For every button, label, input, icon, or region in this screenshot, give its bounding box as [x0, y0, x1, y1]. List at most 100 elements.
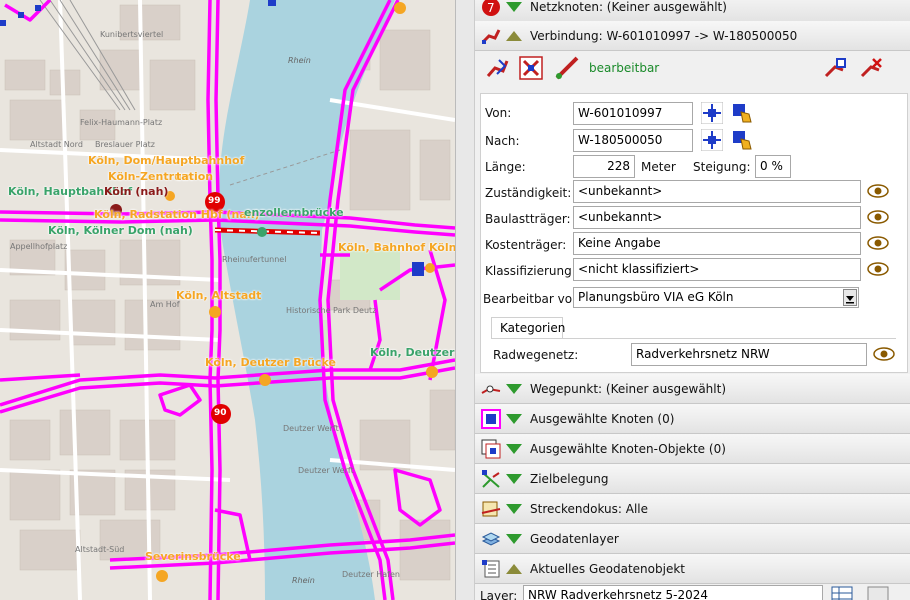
- nach-label: Nach:: [485, 134, 520, 148]
- map-label-station: Köln, Altstadt: [176, 289, 262, 302]
- collapse-icon: [506, 563, 522, 574]
- laenge-field[interactable]: 228: [573, 155, 635, 178]
- layer-settings-icon[interactable]: [867, 586, 889, 600]
- nach-field[interactable]: W-180500050: [573, 129, 693, 152]
- section-title: Ausgewählte Knoten (0): [530, 411, 675, 426]
- section-geodatenobjekt[interactable]: Aktuelles Geodatenobjekt: [475, 554, 910, 584]
- map-label-street: Kunibertsviertel: [100, 30, 164, 39]
- collapse-icon: [506, 30, 522, 41]
- expand-icon: [506, 383, 522, 394]
- waypoint-icon: [480, 379, 502, 399]
- map-label-street: Altstadt Nord: [30, 140, 83, 149]
- bearbeitbar-label: Bearbeitbar von:: [483, 292, 584, 306]
- eye-icon[interactable]: [867, 236, 889, 250]
- netzknoten-icon: 7: [480, 0, 502, 17]
- connection-icon: [480, 26, 502, 46]
- von-field[interactable]: W-601010997: [573, 102, 693, 125]
- destination-icon: [480, 469, 502, 489]
- locate-node-icon[interactable]: [700, 101, 724, 125]
- route-docs-icon: [480, 499, 502, 519]
- panel-splitter[interactable]: [455, 0, 475, 600]
- kostentraeger-field[interactable]: Keine Angabe: [573, 232, 861, 255]
- steigung-label: Steigung:: [693, 160, 751, 174]
- svg-text:7: 7: [487, 1, 495, 15]
- section-verbindung[interactable]: Verbindung: W-601010997 -> W-180500050: [475, 21, 910, 51]
- bearbeitbar-value: Planungsbüro VIA eG Köln: [578, 290, 734, 304]
- map-label-river: Rhein: [288, 56, 311, 65]
- section-title: Netzknoten: (Keiner ausgewählt): [530, 0, 727, 14]
- section-wegepunkt[interactable]: Wegepunkt: (Keiner ausgewählt): [475, 374, 910, 404]
- map-label-station: tation: [176, 170, 214, 183]
- expand-icon: [506, 503, 522, 514]
- dropdown-arrow-icon[interactable]: [843, 289, 857, 306]
- map-label-station: Köln, Deutzer Brücke: [205, 356, 336, 369]
- map-label-street: Deutzer Werft: [283, 424, 339, 433]
- radwegenetz-label: Radwegenetz:: [493, 348, 579, 362]
- section-title: Verbindung: W-601010997 -> W-180500050: [530, 28, 798, 43]
- map-label-station: Severinsbrücke: [145, 550, 241, 563]
- section-knoten-objekte[interactable]: Ausgewählte Knoten-Objekte (0): [475, 434, 910, 464]
- eye-icon[interactable]: [867, 210, 889, 224]
- map-label-station: Köln, Dom/Hauptbahnhof: [88, 154, 245, 167]
- map-label-street: Altstadt-Süd: [75, 545, 125, 554]
- layer-field[interactable]: NRW Radverkehrsnetz 5-2024: [523, 585, 823, 600]
- connection-tool-button[interactable]: [553, 54, 581, 82]
- section-knoten[interactable]: Ausgewählte Knoten (0): [475, 404, 910, 434]
- layer-table-icon[interactable]: [831, 586, 853, 600]
- eye-icon[interactable]: [867, 262, 889, 276]
- tab-kategorien[interactable]: Kategorien: [491, 317, 565, 339]
- laenge-label: Länge:: [485, 160, 526, 174]
- section-zielbelegung[interactable]: Zielbelegung: [475, 464, 910, 494]
- map-label-street: Deutzer Werft: [298, 466, 354, 475]
- kostentraeger-label: Kostenträger:: [485, 238, 567, 252]
- tab-divider: [491, 338, 896, 339]
- selected-nodes-icon: [480, 408, 502, 429]
- baulasttraeger-label: Baulastträger:: [485, 212, 571, 226]
- map-label-station: Köln, Bahnhof Köln: [338, 241, 455, 254]
- steigung-field[interactable]: 0 %: [755, 155, 791, 178]
- map-view[interactable]: Köln, Dom/Hauptbahnhof Köln-Zentrum tati…: [0, 0, 455, 600]
- layers-icon: [480, 529, 502, 549]
- klassifizierung-field[interactable]: <nicht klassifiziert>: [573, 258, 861, 281]
- radwegenetz-field[interactable]: Radverkehrsnetz NRW: [631, 343, 867, 366]
- section-title: Zielbelegung: [530, 471, 609, 486]
- layer-label: Layer:: [480, 589, 518, 600]
- map-label-station: Köln, Radstation Hbf (nah): [94, 208, 260, 221]
- bearbeitbar-select[interactable]: Planungsbüro VIA eG Köln: [573, 287, 859, 308]
- expand-icon: [506, 443, 522, 454]
- section-title: Streckendokus: Alle: [530, 501, 648, 516]
- edit-geometry-button[interactable]: [483, 54, 511, 82]
- map-label-station: enzollernbrücke: [244, 206, 344, 219]
- delete-connection-button[interactable]: [517, 54, 545, 82]
- split-connection-button[interactable]: [821, 54, 849, 82]
- map-label-station: Köln, Deutzer: [370, 346, 455, 359]
- route-marker-label: 99: [208, 196, 221, 206]
- section-geodatenlayer[interactable]: Geodatenlayer: [475, 524, 910, 554]
- pick-node-icon[interactable]: [731, 102, 753, 124]
- section-title: Aktuelles Geodatenobjekt: [530, 561, 685, 576]
- laenge-unit: Meter: [641, 160, 676, 174]
- section-netzknoten[interactable]: 7 Netzknoten: (Keiner ausgewählt): [475, 0, 910, 22]
- map-label-street: Deutzer Hafen: [342, 570, 400, 579]
- zustaendigkeit-label: Zuständigkeit:: [485, 186, 572, 200]
- map-label-street: Appellhofplatz: [10, 242, 68, 251]
- eye-icon[interactable]: [867, 184, 889, 198]
- properties-panel: 7 Netzknoten: (Keiner ausgewählt) Verbin…: [475, 0, 910, 600]
- map-label-station: Köln, Kölner Dom (nah): [48, 224, 193, 237]
- zustaendigkeit-field[interactable]: <unbekannt>: [573, 180, 861, 203]
- baulasttraeger-field[interactable]: <unbekannt>: [573, 206, 861, 229]
- section-title: Wegepunkt: (Keiner ausgewählt): [530, 381, 726, 396]
- eye-icon[interactable]: [873, 347, 895, 361]
- connection-form: Von: W-601010997 Nach: W-180500050 Länge…: [480, 93, 908, 373]
- section-title: Geodatenlayer: [530, 531, 619, 546]
- pick-node-icon[interactable]: [731, 129, 753, 151]
- locate-node-icon[interactable]: [700, 128, 724, 152]
- map-label-street: Am Hof: [150, 300, 180, 309]
- expand-icon: [506, 1, 522, 12]
- node-objects-icon: [480, 439, 502, 459]
- section-streckendokus[interactable]: Streckendokus: Alle: [475, 494, 910, 524]
- map-label-river: Rhein: [292, 576, 315, 585]
- map-label-street: Historische Park Deutz: [286, 306, 377, 315]
- expand-icon: [506, 473, 522, 484]
- remove-connection-button[interactable]: [857, 54, 885, 82]
